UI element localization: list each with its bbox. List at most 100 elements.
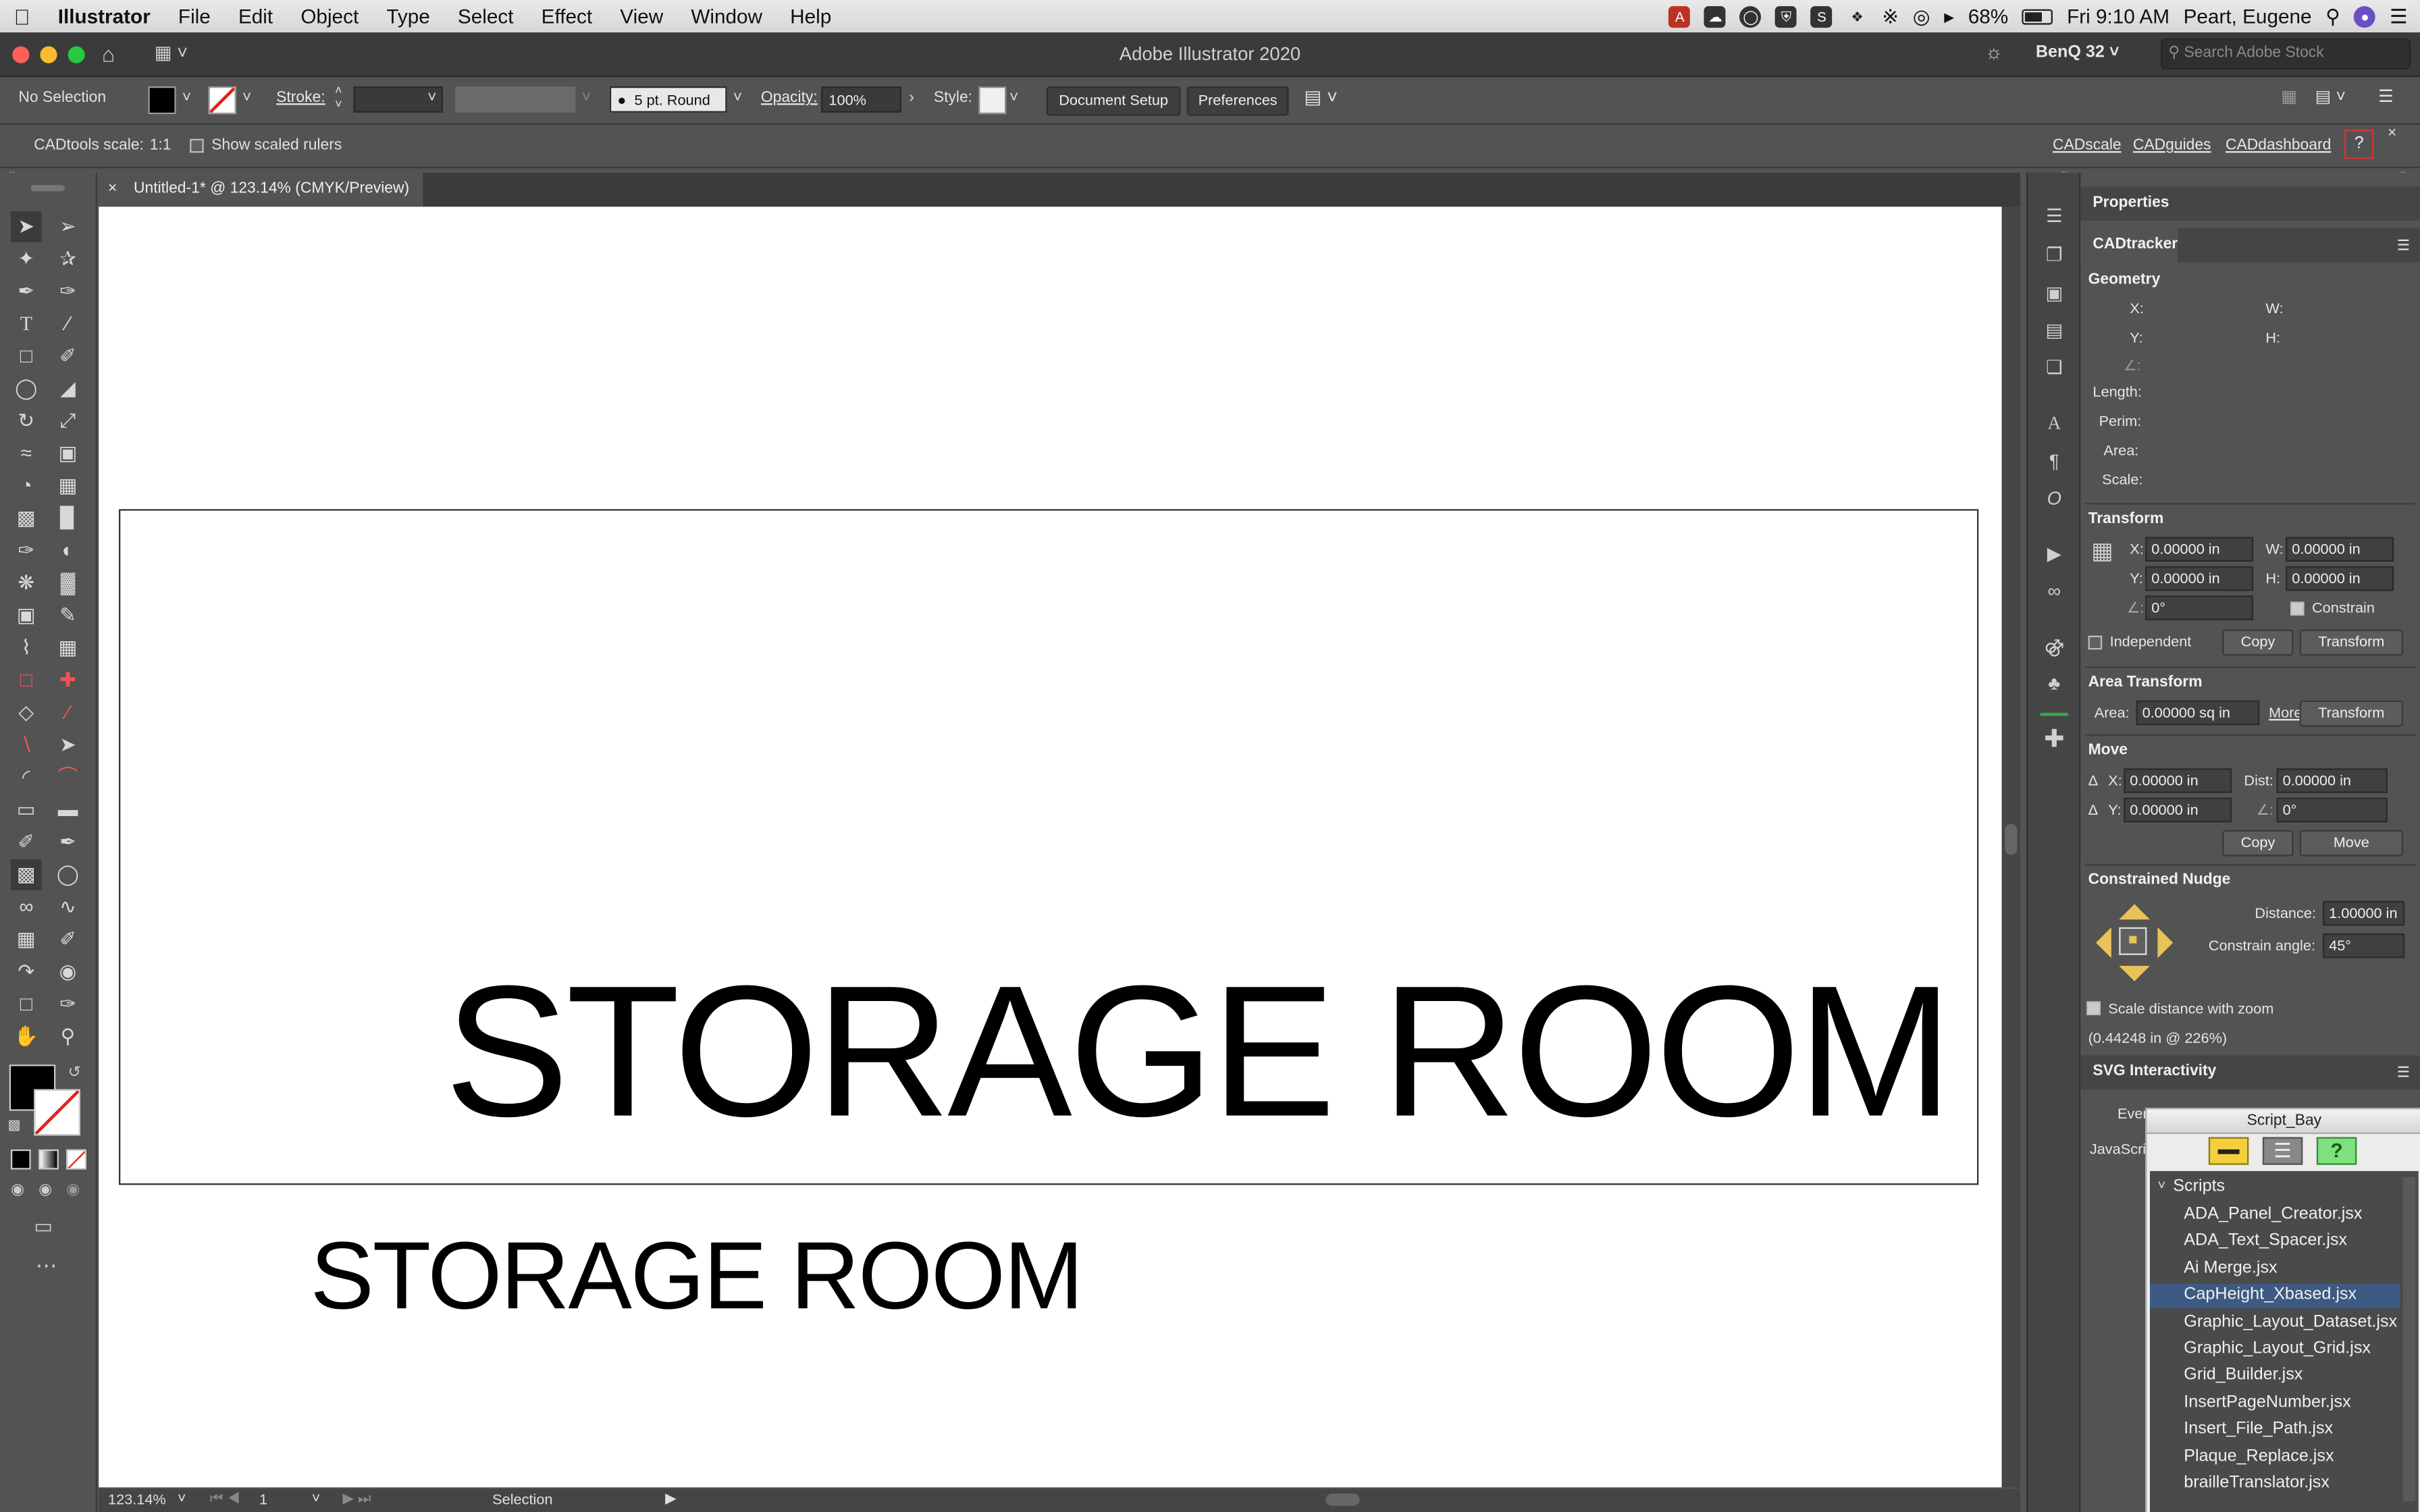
color-mode-icon[interactable] [11,1149,31,1170]
status-expand-icon[interactable]: ▶ [665,1490,677,1507]
cad-tool-1-icon[interactable]: ⌇ [11,632,42,664]
menu-edit[interactable]: Edit [224,5,286,28]
cad-scale-value[interactable]: 1:1 [150,137,172,154]
align-panel-icon[interactable]: ▤ [2042,318,2067,343]
width-tool-icon[interactable]: ≈ [11,438,42,469]
cad-tool-3-icon[interactable]: □ [11,665,42,696]
slice-tool-icon[interactable]: ✎ [53,600,84,631]
script-list-item[interactable]: CapHeight_Xbased.jsx [2150,1284,2400,1309]
script-list-item[interactable]: Insert_File_Path.jsx [2150,1418,2400,1443]
script-list-item[interactable]: Plaque_Replace.jsx [2150,1445,2400,1470]
control-bar-menu-icon[interactable]: ☰ [2378,86,2394,106]
storage-room-large-text[interactable]: STORAGE ROOM [444,957,1953,1145]
line-tool-icon[interactable]: ∕ [53,308,84,340]
menu-file[interactable]: File [164,5,224,28]
area-field[interactable]: 0.00000 sq in [2136,700,2260,726]
user-name[interactable]: Peart, Eugene [2184,5,2312,28]
nudge-left-arrow-icon[interactable] [2096,927,2111,959]
script-list-scrollbar[interactable] [2402,1177,2416,1501]
menu-illustrator[interactable]: Illustrator [44,5,164,28]
vertical-scrollbar[interactable] [2001,207,2021,1488]
nudge-down-arrow-icon[interactable] [2119,965,2151,981]
fill-dropdown-icon[interactable]: ˅ [182,90,191,107]
graphic-style-swatch[interactable] [978,86,1007,115]
zoom-dropdown-icon[interactable]: ˅ [178,1490,186,1507]
reference-point-icon[interactable]: ▦ [2091,540,2113,563]
notification-center-icon[interactable]: ☰ [2390,4,2408,29]
constrain-label[interactable]: Constrain [2312,600,2375,617]
cad-tool-5-icon[interactable]: ◇ [11,697,42,728]
gradient-tool-icon[interactable]: ▉ [53,503,84,534]
eyedropper-tool-icon[interactable]: ✑ [11,535,42,566]
cad-tool-24-icon[interactable]: ✑ [53,989,84,1020]
move-angle-field[interactable]: 0° [2276,797,2388,823]
hand-tool-icon[interactable]: ✋ [11,1021,42,1052]
cad-tool-13-icon[interactable]: ✐ [11,827,42,858]
horizontal-scrollbar[interactable] [685,1490,1997,1509]
cad-help-button[interactable]: ? [2344,130,2374,159]
free-transform-tool-icon[interactable]: ▣ [53,438,84,469]
club-panel-icon[interactable]: ♣ [2042,671,2067,696]
script-bay-collapse-button[interactable] [2208,1137,2249,1165]
artboards-panel-icon[interactable]: ❐ [2042,242,2067,267]
cad-tool-11-icon[interactable]: ▭ [11,794,42,826]
independent-checkbox[interactable] [2088,635,2103,650]
show-scaled-rulers-label[interactable]: Show scaled rulers [211,137,342,154]
script-list-item[interactable]: ADA_Text_Spacer.jsx [2150,1231,2400,1256]
selection-tool-icon[interactable]: ➤ [11,211,42,242]
spotlight-icon[interactable]: ⚲ [2325,4,2340,29]
cadguides-link[interactable]: CADguides [2133,137,2211,154]
script-list-item[interactable]: Graphic_Layout_Grid.jsx [2150,1338,2400,1363]
draw-normal-icon[interactable]: ◉ [11,1182,24,1199]
brush-definition[interactable]: ● 5 pt. Round [609,86,727,113]
cad-tool-18-icon[interactable]: ∿ [53,892,84,923]
cad-bar-close-icon[interactable]: × [2388,125,2396,142]
paintbrush-tool-icon[interactable]: ✐ [53,341,84,372]
wifi-icon[interactable]: ◎ [1913,4,1930,29]
script-bay-help-button[interactable]: ? [2316,1137,2357,1165]
apple-icon[interactable]:  [0,4,44,29]
adobe-app-icon[interactable]: A [1668,5,1691,27]
style-dropdown-icon[interactable]: ˅ [1009,90,1018,107]
stroke-weight-dropdown-icon[interactable]: ˅ [427,90,436,107]
artboard-tool-icon[interactable]: ▣ [11,600,42,631]
draw-behind-icon[interactable]: ◉ [38,1182,52,1199]
stroke-swatch[interactable] [208,86,236,115]
artboard-nav-last-icon[interactable]: ▶ ⏭ [342,1490,371,1507]
scripts-folder-label[interactable]: Scripts [2173,1177,2225,1195]
shape-builder-tool-icon[interactable]: ◔ [11,470,42,502]
stroke-color-box[interactable] [34,1089,80,1136]
direct-selection-tool-icon[interactable]: ➢ [53,211,84,242]
mesh-tool-icon[interactable]: ▩ [11,503,42,534]
none-mode-icon[interactable] [66,1149,86,1170]
caddashboard-link[interactable]: CADdashboard [2226,137,2331,154]
svg-panel-menu-icon[interactable]: ☰ [2397,1064,2411,1081]
script-list-item[interactable]: brailleTranslator.jsx [2150,1472,2400,1497]
panel-arrange-icon[interactable]: ▦ [2281,86,2297,106]
move-button[interactable]: Move [2299,830,2403,857]
cad-tool-22-icon[interactable]: ◉ [53,956,84,988]
transform-y-field[interactable]: 0.00000 in [2145,566,2254,591]
volume-icon[interactable]: ▸ [1944,4,1954,29]
bluetooth-icon[interactable]: ※ [1882,4,1899,29]
transform-x-field[interactable]: 0.00000 in [2145,537,2254,562]
script-list-item[interactable]: Ai Merge.jsx [2150,1257,2400,1282]
opacity-label[interactable]: Opacity: [761,90,818,107]
menu-type[interactable]: Type [373,5,444,28]
stroke-weight-stepper[interactable]: ˄ ˅ [335,83,342,111]
artboard[interactable]: STORAGE ROOM STORAGE ROOM [119,509,1979,1324]
move-y-field[interactable]: 0.00000 in [2124,797,2232,823]
menu-select[interactable]: Select [444,5,527,28]
zoom-level[interactable]: 123.14% [108,1492,166,1509]
clock[interactable]: Fri 9:10 AM [2067,5,2169,28]
horizontal-scroll-thumb[interactable] [1325,1493,1360,1506]
cadtracker-menu-icon[interactable]: ☰ [2397,238,2411,254]
cad-tool-7-icon[interactable]: ∖ [11,730,42,761]
brush-dropdown-icon[interactable]: ˅ [733,90,742,107]
script-list-item[interactable]: Grid_Builder.jsx [2150,1364,2400,1389]
cad-tool-14-icon[interactable]: ✒ [53,827,84,858]
cad-tool-19-icon[interactable]: ▦ [11,924,42,955]
transform-copy-button[interactable]: Copy [2222,629,2294,656]
transform-apply-button[interactable]: Transform [2299,629,2403,656]
menu-window[interactable]: Window [677,5,777,28]
